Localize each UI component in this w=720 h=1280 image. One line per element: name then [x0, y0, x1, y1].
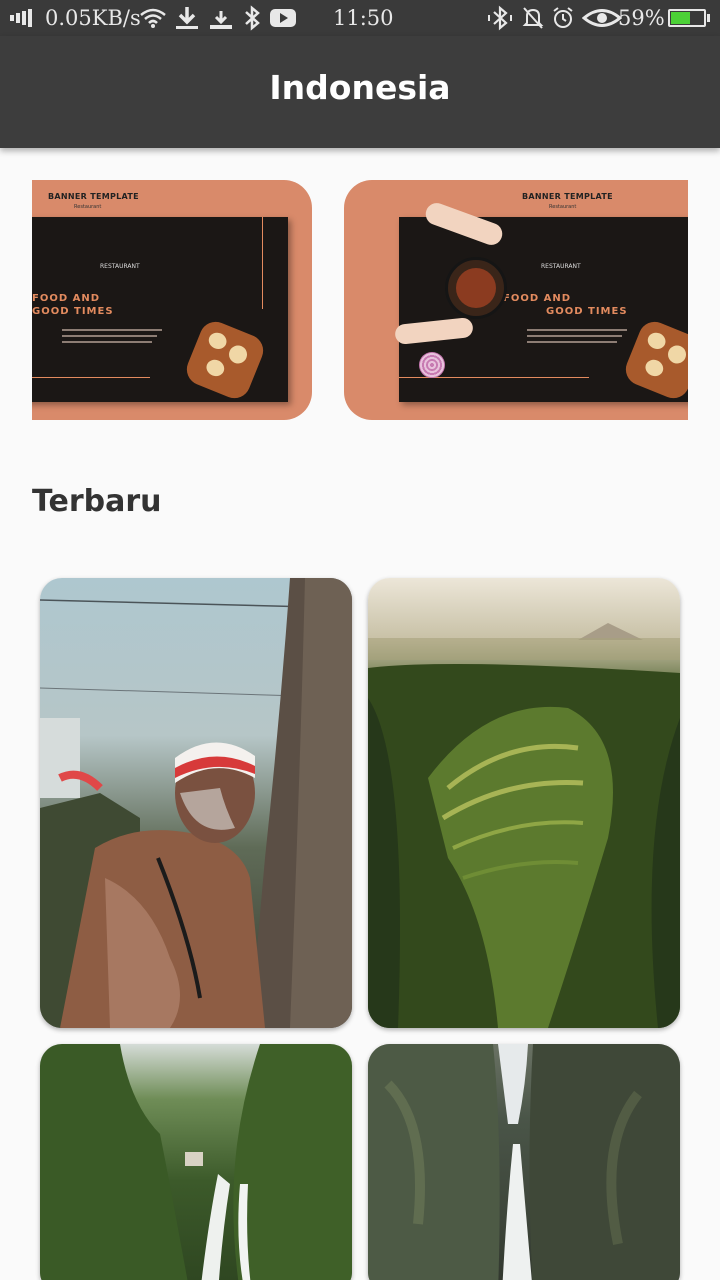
- photo-image: [368, 1044, 680, 1280]
- onion-image: [419, 352, 445, 378]
- bluetooth-vibrate-icon: [488, 5, 512, 31]
- banner-carousel[interactable]: BANNER TEMPLATE Restaurant RESTAURANT FO…: [32, 180, 688, 420]
- photo-card-canyon-waterfall[interactable]: [368, 1044, 680, 1280]
- clock: 11:50: [333, 6, 394, 30]
- dish-image: [182, 317, 268, 403]
- photo-card-rice-terraces[interactable]: [368, 578, 680, 1028]
- download-icon: [176, 7, 198, 29]
- banner-image: RESTAURANT FOOD AND GOOD TIMES: [394, 199, 688, 403]
- eye-icon: [582, 9, 622, 27]
- status-bar: 0.05KB/s 11:50 59%: [0, 0, 720, 36]
- bluetooth-icon: [245, 5, 260, 31]
- banner-line2: GOOD TIMES: [32, 306, 114, 317]
- banner-heading: BANNER TEMPLATE: [522, 192, 613, 201]
- youtube-icon: [270, 9, 296, 27]
- app-bar: Indonesia: [0, 36, 720, 148]
- notification-icons: [140, 4, 296, 32]
- download-tray-icon: [210, 11, 232, 29]
- banner-subheading: Restaurant: [74, 204, 102, 210]
- bell-off-icon: [522, 7, 544, 29]
- page-title: Indonesia: [269, 68, 451, 107]
- wifi-icon: [140, 8, 166, 28]
- banner-item[interactable]: BANNER TEMPLATE Restaurant RESTAURANT FO…: [32, 180, 312, 420]
- photo-image: [40, 1044, 352, 1280]
- section-title: Terbaru: [32, 484, 162, 519]
- dish-image: [621, 317, 688, 403]
- banner-item[interactable]: BANNER TEMPLATE Restaurant RESTAURANT FO…: [344, 180, 688, 420]
- banner-line1: FOOD AND: [32, 293, 101, 304]
- photo-card-jungle-waterfall[interactable]: [40, 1044, 352, 1280]
- banner-line2: GOOD TIMES: [546, 306, 628, 317]
- banner-brand: RESTAURANT: [100, 263, 140, 270]
- battery-percent: 59%: [618, 6, 665, 30]
- banner-heading: BANNER TEMPLATE: [48, 192, 139, 201]
- banner-line1: FOOD AND: [503, 293, 572, 304]
- signal-icon: [10, 4, 34, 32]
- battery-charging-icon: [668, 4, 710, 32]
- pan-image: [445, 257, 507, 319]
- alarm-icon: [553, 7, 573, 28]
- photo-image: [368, 623, 680, 1028]
- system-icons: [486, 4, 622, 32]
- photo-card-elderly-man[interactable]: [40, 578, 352, 1028]
- network-speed: 0.05KB/s: [45, 6, 141, 30]
- banner-subheading: Restaurant: [549, 204, 577, 210]
- banner-brand: RESTAURANT: [541, 263, 581, 270]
- banner-image: RESTAURANT FOOD AND GOOD TIMES: [32, 217, 288, 403]
- photo-image: [40, 578, 352, 1028]
